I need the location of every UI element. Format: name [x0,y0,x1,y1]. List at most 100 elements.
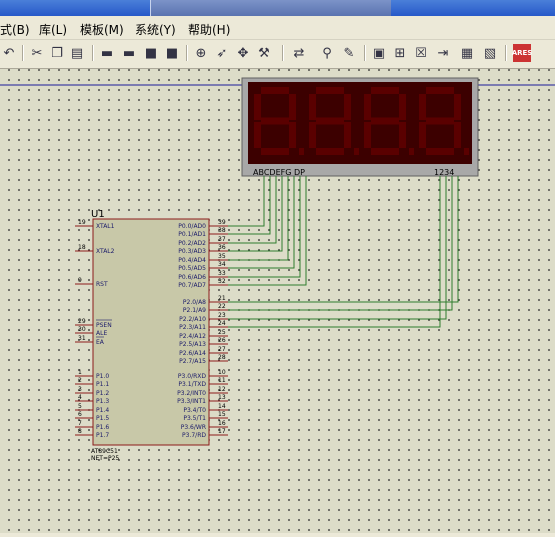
pin-number: 28 [218,354,226,361]
segment-f [419,94,426,120]
wire-p0-to-segment [228,176,277,244]
pin-name: RST [96,281,108,288]
wires [228,176,459,328]
ares-icon[interactable]: ARES [512,44,532,62]
pin-name: P0.5/AD5 [178,265,206,272]
component-ref-label: U1 [91,209,105,220]
pin-name: P0.1/AD1 [178,231,206,238]
pin-name: P3.3/INT1 [177,398,206,405]
wire-autorouter-icon[interactable]: ⇄ [290,44,308,62]
segment-e [309,122,316,148]
wire-p2-to-common [228,176,459,303]
toolbar: ↶ ✂ ❐ ▤ ▬ ▬ ■ ■ ⊕ ➶ ✥ ⚒ ⇄ ⚲ ✎ ▣ ⊞ ☒ ⇥ ▦ … [0,40,555,69]
pin-name: P0.7/AD7 [178,282,206,289]
pin-name: P2.2/A10 [179,316,206,323]
block-rotate-icon[interactable]: ■ [142,44,160,62]
block-move-icon[interactable]: ▬ [120,44,138,62]
remove-sheet-icon[interactable]: ☒ [412,44,430,62]
wire-p0-to-segment [228,176,295,269]
pin-number: 15 [218,411,226,418]
menu-item-system[interactable]: 系统(Y) [135,21,176,38]
pin-name: P1.3 [96,398,109,405]
pin-name: P1.7 [96,432,109,439]
pin-name: P2.3/A11 [179,324,206,331]
pin-name: XTAL1 [96,223,115,230]
packaging-tool-icon[interactable]: ⚒ [255,44,273,62]
pin-number: 36 [218,244,226,251]
wire-p0-to-segment [228,176,289,261]
menu-item-library[interactable]: 库(L) [39,21,67,38]
schematic-canvas[interactable]: ABCDEFG DP 1234 U1 AT89C51 NET=P25 19 XTA… [0,69,555,533]
copy-icon[interactable]: ❐ [48,44,66,62]
pin-number: 37 [218,236,226,243]
block-copy-icon[interactable]: ▬ [98,44,116,62]
goto-sheet-icon[interactable]: ⇥ [434,44,452,62]
pin-name: P3.1/TXD [178,381,206,388]
pin-number: 32 [218,278,226,285]
segment-dp [299,148,304,155]
zoom-icon[interactable]: ⊕ [192,44,210,62]
pin-name: P0.2/AD2 [178,240,206,247]
pin-number: 26 [218,337,226,344]
pin-name: ALE [96,330,107,337]
pin-number: 17 [218,428,226,435]
wire-p0-to-segment [228,176,265,227]
pin-name: EA [96,339,105,346]
pin-number: 7 [78,420,82,427]
pin-name: P0.4/AD4 [178,257,206,264]
display-segment-label: ABCDEFG DP [253,168,305,177]
title-bar-window [150,0,391,16]
cut-icon[interactable]: ✂ [28,44,46,62]
pin-number: 2 [78,377,82,384]
pin-number: 16 [218,420,226,427]
bom-icon[interactable]: ▦ [458,44,476,62]
pin-number: 35 [218,253,226,260]
pin-name: P1.4 [96,407,109,414]
pin-number: 8 [78,428,82,435]
segment-c [344,122,351,148]
pin-number: 3 [78,386,82,393]
block-delete-icon[interactable]: ■ [163,44,181,62]
segment-g [426,117,454,125]
menu-item-template-partial[interactable]: 式(B) [0,21,30,38]
segment-f [364,94,371,120]
segment-b [399,94,406,120]
pin-number: 27 [218,346,226,353]
pin-number: 5 [78,403,82,410]
pin-name: P0.3/AD3 [178,248,206,255]
netlist-icon[interactable]: ▧ [481,44,499,62]
segment-a [371,87,399,94]
schematic-drawing: ABCDEFG DP 1234 U1 AT89C51 NET=P25 19XTA… [0,77,555,462]
make-device-icon[interactable]: ✥ [234,44,252,62]
display-digit-label: 1234 [434,168,454,177]
menu-item-template[interactable]: 模板(M) [80,21,124,38]
add-sheet-icon[interactable]: ⊞ [391,44,409,62]
new-sheet-icon[interactable]: ▣ [370,44,388,62]
pin-name: P1.5 [96,415,109,422]
pin-name: P3.0/RXD [178,373,206,380]
title-bar [0,0,555,16]
component-net-label: NET=P25 [91,455,119,462]
menu-item-help[interactable]: 帮助(H) [188,21,230,38]
seven-segment-display[interactable]: ABCDEFG DP 1234 [241,77,479,177]
segment-e [364,122,371,148]
undo-icon[interactable]: ↶ [0,44,18,62]
pin-name: P1.2 [96,390,109,397]
pick-device-icon[interactable]: ➶ [213,44,231,62]
pin-name: P3.5/T1 [183,415,206,422]
segment-b [454,94,461,120]
segment-e [254,122,261,148]
pin-number: 1 [78,369,82,376]
pin-name: P3.4/T0 [183,407,206,414]
property-assign-icon[interactable]: ✎ [340,44,358,62]
pin-name: P2.1/A9 [183,307,206,314]
segment-b [289,94,296,120]
pin-name: PSEN [96,322,112,329]
pin-name: P1.0 [96,373,109,380]
search-tag-icon[interactable]: ⚲ [318,44,336,62]
segment-d [426,148,454,155]
microcontroller-u1[interactable]: U1 AT89C51 NET=P25 19XTAL118XTAL29RST29P… [75,209,228,462]
pin-number: 10 [218,369,226,376]
paste-icon[interactable]: ▤ [68,44,86,62]
segment-d [261,148,289,155]
